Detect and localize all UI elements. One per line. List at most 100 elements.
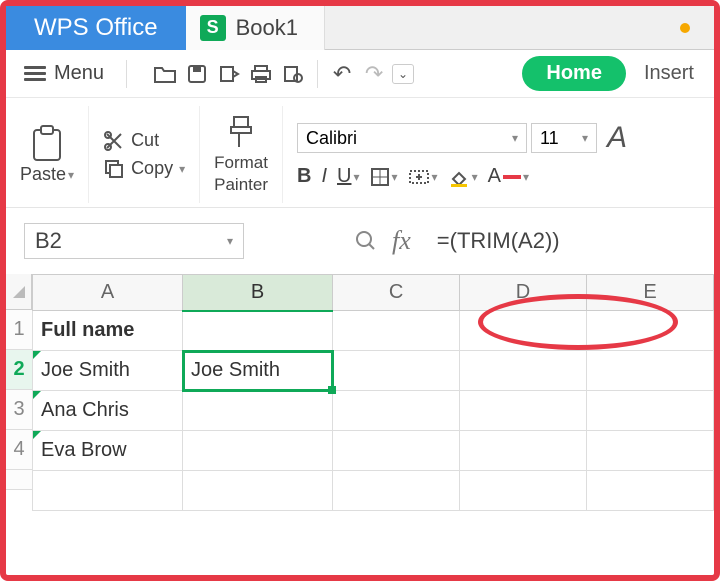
spreadsheet-grid[interactable]: 1 2 3 4 A B C D E Full name Joe Smith Jo… (6, 274, 714, 511)
app-title: WPS Office (6, 6, 186, 50)
formula-input[interactable]: =(TRIM(A2)) (425, 224, 572, 258)
cell-B3[interactable] (183, 391, 333, 431)
tab-insert[interactable]: Insert (632, 56, 706, 91)
bold-button[interactable]: B (297, 165, 311, 188)
format-painter-label-1: Format (214, 153, 268, 173)
zoom-icon[interactable] (354, 229, 378, 253)
cell-E3[interactable] (587, 391, 714, 431)
fx-icon[interactable]: fx (392, 226, 411, 256)
cell-B4[interactable] (183, 431, 333, 471)
error-indicator-icon (33, 431, 41, 439)
print-icon[interactable] (247, 62, 275, 86)
cell-C5[interactable] (333, 471, 460, 511)
cell-D5[interactable] (460, 471, 587, 511)
menu-button[interactable]: Menu (14, 58, 114, 89)
font-size-select[interactable]: 11▾ (531, 123, 597, 153)
cell-A4[interactable]: Eva Brow (33, 431, 183, 471)
paste-label: Paste (20, 164, 66, 185)
col-header-B[interactable]: B (183, 275, 333, 311)
tab-home[interactable]: Home (522, 56, 626, 91)
separator (317, 60, 318, 88)
hamburger-icon (24, 63, 46, 84)
column-headers: A B C D E (33, 275, 714, 311)
name-box-value: B2 (35, 228, 62, 254)
format-painter-icon (226, 115, 256, 151)
format-painter-group[interactable]: Format Painter (200, 106, 283, 203)
cell-C3[interactable] (333, 391, 460, 431)
paste-icon[interactable] (30, 124, 64, 164)
cut-label: Cut (131, 130, 159, 151)
increase-font-icon[interactable]: A (601, 121, 627, 155)
paste-group: Paste▾ (6, 106, 89, 203)
cell-A3[interactable]: Ana Chris (33, 391, 183, 431)
font-group: Calibri▾ 11▾ A B I U▾ ▾ ▾ ▾ A▾ (283, 106, 714, 203)
cell-B1[interactable] (183, 311, 333, 351)
col-header-C[interactable]: C (333, 275, 460, 311)
borders-icon (370, 167, 390, 187)
font-name-value: Calibri (306, 128, 357, 149)
cell-A3-value: Ana Chris (41, 399, 129, 421)
redo-icon[interactable]: ↷ (360, 62, 388, 86)
merge-icon (408, 167, 430, 187)
cell-E1[interactable] (587, 311, 714, 351)
cell-D2[interactable] (460, 351, 587, 391)
document-tab[interactable]: S Book1 (186, 6, 325, 50)
customize-qat-icon[interactable]: ⌄ (392, 64, 414, 84)
cell-D1[interactable] (460, 311, 587, 351)
merge-button[interactable]: ▾ (408, 167, 438, 187)
separator (126, 60, 127, 88)
copy-button[interactable]: Copy▾ (103, 158, 185, 180)
undo-icon[interactable]: ↶ (328, 62, 356, 86)
underline-label: U (337, 165, 351, 188)
font-color-icon (503, 175, 521, 179)
cell-D3[interactable] (460, 391, 587, 431)
copy-label: Copy (131, 158, 173, 179)
cell-A5[interactable] (33, 471, 183, 511)
name-box[interactable]: B2 ▾ (24, 223, 244, 259)
document-tab-label: Book1 (236, 15, 298, 41)
row-header-4[interactable]: 4 (6, 430, 32, 470)
fill-color-button[interactable]: ▾ (448, 167, 478, 187)
export-icon[interactable] (215, 62, 243, 86)
select-all-corner[interactable] (6, 274, 32, 310)
col-header-D[interactable]: D (460, 275, 587, 311)
cell-A2-value: Joe Smith (41, 359, 130, 381)
copy-icon (103, 158, 125, 180)
row-header-2[interactable]: 2 (6, 350, 32, 390)
borders-button[interactable]: ▾ (370, 167, 398, 187)
table-row: Ana Chris (33, 391, 714, 431)
col-header-A[interactable]: A (33, 275, 183, 311)
preview-icon[interactable] (279, 62, 307, 86)
cut-button[interactable]: Cut (103, 130, 185, 152)
cell-E4[interactable] (587, 431, 714, 471)
paste-button[interactable]: Paste▾ (20, 164, 74, 185)
row-header-1[interactable]: 1 (6, 310, 32, 350)
cell-C2[interactable] (333, 351, 460, 391)
cell-C4[interactable] (333, 431, 460, 471)
underline-button[interactable]: U▾ (337, 165, 359, 188)
col-header-E[interactable]: E (587, 275, 714, 311)
row-header-5[interactable] (6, 470, 32, 490)
cell-D4[interactable] (460, 431, 587, 471)
font-color-button[interactable]: A▾ (488, 165, 529, 188)
font-size-value: 11 (540, 128, 559, 149)
table-row: Joe Smith Joe Smith (33, 351, 714, 391)
format-painter-label-2: Painter (214, 175, 268, 195)
quick-access-toolbar: ↶ ↷ ⌄ (139, 60, 414, 88)
cell-A1[interactable]: Full name (33, 311, 183, 351)
cell-A2[interactable]: Joe Smith (33, 351, 183, 391)
cell-B5[interactable] (183, 471, 333, 511)
save-icon[interactable] (183, 62, 211, 86)
font-name-select[interactable]: Calibri▾ (297, 123, 527, 153)
cell-E5[interactable] (587, 471, 714, 511)
row-header-3[interactable]: 3 (6, 390, 32, 430)
open-icon[interactable] (151, 62, 179, 86)
fill-icon (448, 167, 470, 187)
cell-E2[interactable] (587, 351, 714, 391)
spreadsheet-icon: S (200, 15, 226, 41)
cell-C1[interactable] (333, 311, 460, 351)
italic-button[interactable]: I (321, 165, 327, 188)
menu-label: Menu (54, 62, 104, 85)
formula-bar: B2 ▾ fx =(TRIM(A2)) (6, 208, 714, 274)
cell-B2[interactable]: Joe Smith (183, 351, 333, 391)
